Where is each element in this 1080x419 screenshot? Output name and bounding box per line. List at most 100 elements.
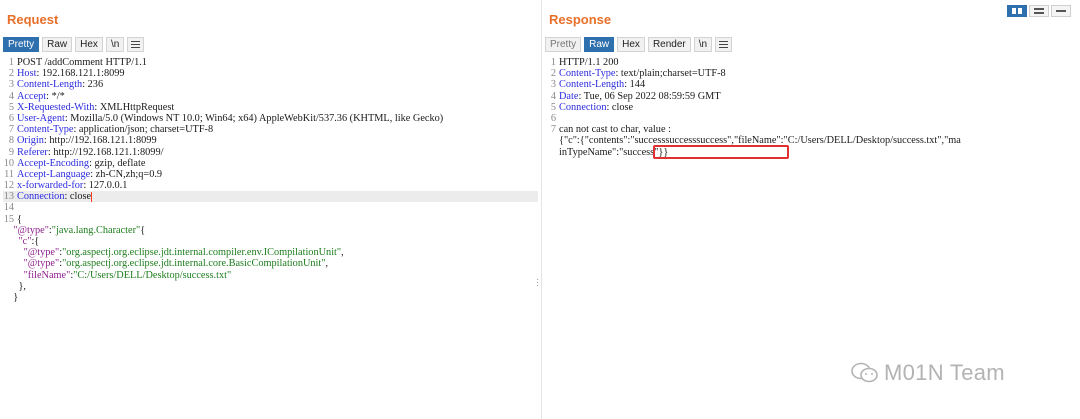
code-line: 14	[3, 202, 538, 213]
pane-resize-handle[interactable]: · · ·	[536, 275, 539, 291]
code-line: 6	[545, 113, 1078, 124]
wechat-icon	[851, 362, 878, 383]
json-value: "java.lang.Character"	[51, 224, 141, 236]
code-line: 12 x-forwarded-for: 127.0.0.1	[3, 180, 128, 192]
menu-icon	[131, 41, 141, 50]
line-text: can not cast to char, value :	[559, 124, 671, 136]
request-menu-button[interactable]	[127, 37, 145, 52]
columns-icon	[1018, 8, 1022, 14]
json-value: "org.aspectj.org.eclipse.jdt.internal.co…	[62, 258, 326, 270]
layout-tabs-button[interactable]	[1051, 5, 1071, 17]
header-value: zh-CN,zh;q=0.9	[93, 168, 163, 180]
response-pane: Response Pretty Raw Hex Render \n 1 HTTP/…	[541, 0, 1080, 419]
response-tab-raw[interactable]: Raw	[584, 37, 615, 52]
request-pane: Request Pretty Raw Hex \n 1 POST /addComm…	[0, 0, 541, 419]
header-value: 127.0.0.1	[86, 180, 128, 192]
line-number: 2	[8, 68, 14, 80]
layout-split-vertical-button[interactable]	[1007, 5, 1027, 17]
line-number: 13	[3, 191, 14, 203]
line-number: 2	[550, 68, 556, 80]
line-number: 11	[4, 168, 14, 180]
header-name: Content-Type	[559, 68, 616, 80]
code-line: 4 Date: Tue, 06 Sep 2022 08:59:59 GMT	[545, 91, 1078, 102]
code-line: 7 Content-Type: application/json; charset…	[3, 124, 538, 135]
json-key: "@type"	[13, 224, 49, 236]
header-name: User-Agent	[17, 112, 65, 124]
header-name: Accept-Encoding	[17, 157, 90, 169]
watermark: M01N Team	[850, 360, 1005, 386]
code-line: 9 Referer: http://192.168.121.1:8099/	[3, 147, 538, 158]
request-tab-hex[interactable]: Hex	[75, 37, 103, 52]
header-value: 144	[627, 79, 646, 91]
response-body-text: inTypeName":"success"}}	[559, 146, 669, 158]
request-title: Request	[7, 12, 59, 27]
line-text: POST /addComment HTTP/1.1	[17, 57, 147, 68]
code-line: 8 Origin: http://192.168.121.1:8099	[3, 135, 538, 146]
layout-split-horizontal-button[interactable]	[1029, 5, 1049, 17]
layout-toggle	[1007, 5, 1071, 17]
header-value: Tue, 06 Sep 2022 08:59:59 GMT	[581, 90, 721, 102]
code-line: }	[3, 292, 538, 303]
code-line: 5 X-Requested-With: XMLHttpRequest	[3, 102, 538, 113]
response-tab-newline[interactable]: \n	[693, 37, 713, 52]
header-value: text/plain;charset=UTF-8	[618, 68, 726, 80]
code-line: inTypeName":"success"}}	[545, 147, 1078, 158]
code-line: 10 Accept-Encoding: gzip, deflate	[3, 157, 146, 169]
header-name: Connection	[559, 101, 607, 113]
header-value: 192.168.121.1:8099	[39, 68, 125, 80]
header-value: close	[67, 191, 92, 203]
header-name: Content-Type	[17, 124, 74, 136]
rows-icon	[1034, 8, 1044, 14]
code-line: 3 Content-Length: 144	[545, 79, 1078, 90]
header-name: Accept	[17, 90, 47, 102]
line-number: 14	[3, 202, 14, 214]
response-tab-render[interactable]: Render	[647, 37, 691, 52]
code-line: "@type":"org.aspectj.org.eclipse.jdt.int…	[23, 247, 344, 259]
highlight-box	[653, 145, 789, 159]
header-value: close	[609, 101, 634, 113]
response-tab-pretty[interactable]: Pretty	[545, 37, 582, 52]
code-line: {"c":{"contents":"successsuccesssuccess"…	[545, 135, 1078, 146]
line-number: 4	[8, 90, 14, 102]
header-value: gzip, deflate	[91, 157, 146, 169]
line-number: 12	[3, 180, 14, 192]
code-line: 2 Host: 192.168.121.1:8099	[3, 68, 538, 79]
header-name: Date	[559, 90, 579, 102]
json-key: "fileName"	[23, 269, 71, 281]
line-number: 5	[550, 101, 556, 113]
json-key: "@type"	[23, 258, 60, 270]
header-value: 236	[85, 79, 104, 91]
code-line: "c":{	[18, 236, 40, 247]
line-number: 7	[550, 124, 556, 136]
response-menu-button[interactable]	[715, 37, 733, 52]
text-cursor	[91, 191, 93, 202]
line-text: HTTP/1.1 200	[559, 57, 619, 68]
request-editor[interactable]: 1 POST /addComment HTTP/1.1 2 Host: 192.168…	[3, 57, 538, 419]
code-line: 4 Accept: */*	[3, 91, 538, 102]
code-line: 15{	[3, 214, 538, 225]
line-number: 9	[8, 146, 14, 158]
line-number: 15	[3, 213, 14, 225]
line-number: 10	[3, 157, 14, 169]
code-line: 13 Connection: close	[3, 191, 538, 203]
request-tab-pretty[interactable]: Pretty	[3, 37, 40, 52]
header-value: */*	[49, 90, 65, 102]
code-line: 7 can not cast to char, value :	[545, 124, 1078, 135]
code-line: 1 HTTP/1.1 200	[545, 57, 1078, 68]
line-number: 4	[550, 90, 556, 102]
header-name: X-Requested-With	[17, 101, 95, 113]
request-tab-newline[interactable]: \n	[105, 37, 125, 52]
header-name: x-forwarded-for	[17, 180, 84, 192]
header-value: XMLHttpRequest	[97, 101, 175, 113]
response-tab-hex[interactable]: Hex	[617, 37, 645, 52]
watermark-text: M01N Team	[884, 360, 1005, 385]
header-value: Mozilla/5.0 (Windows NT 10.0; Win64; x64…	[67, 112, 444, 124]
request-tab-raw[interactable]: Raw	[42, 37, 73, 52]
code-line: 2 Content-Type: text/plain;charset=UTF-8	[545, 68, 1078, 79]
line-number: 3	[8, 79, 14, 91]
response-body-text: {"c":{"contents":	[559, 135, 631, 147]
header-name: Host	[17, 68, 37, 80]
header-name: Connection	[17, 191, 65, 203]
json-value: "C:/Users/DELL/Desktop/success.txt"	[73, 269, 232, 281]
line-text: {	[17, 213, 22, 225]
